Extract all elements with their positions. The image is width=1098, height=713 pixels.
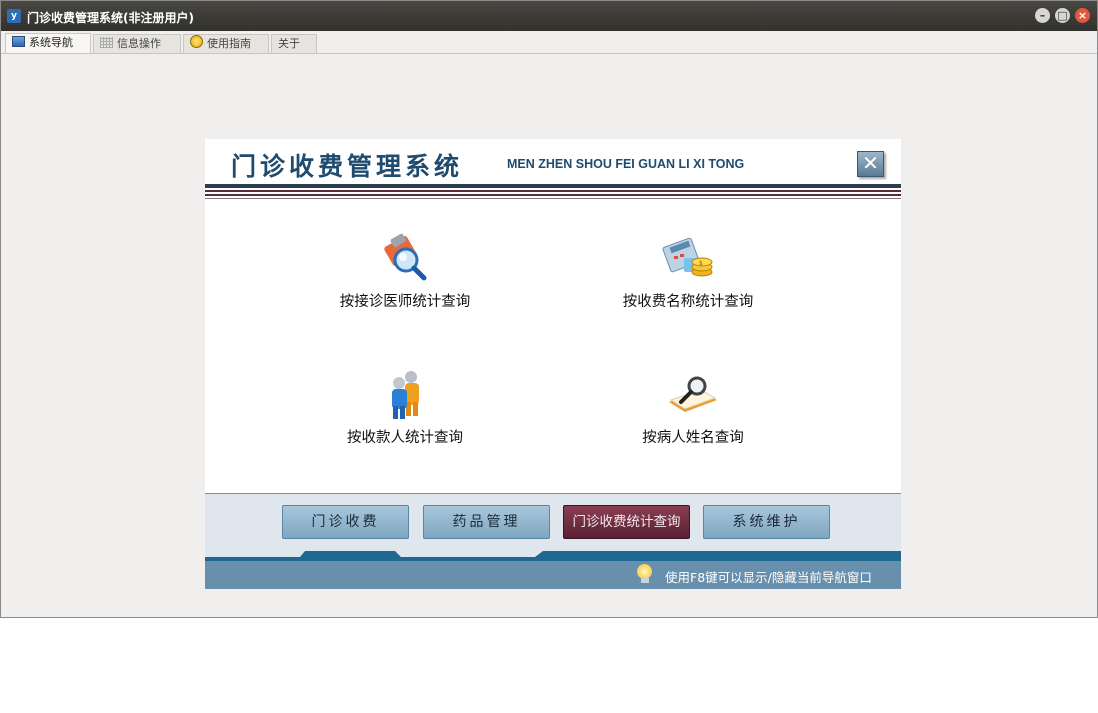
calculator-coins-icon: $ — [662, 232, 714, 284]
window-title: 门诊收费管理系统(非注册用户) — [27, 11, 194, 25]
lightbulb-icon — [637, 564, 652, 579]
tab-user-guide[interactable]: 使用指南 — [183, 34, 269, 53]
query-label: 按收费名称统计查询 — [622, 294, 754, 310]
close-window-button[interactable]: × — [1075, 8, 1090, 23]
monitor-icon — [12, 36, 25, 47]
doctor-search-icon — [379, 232, 431, 284]
people-icon — [379, 368, 431, 420]
maximize-button[interactable]: □ — [1055, 8, 1070, 23]
system-maintenance-button[interactable]: 系统维护 — [703, 505, 830, 539]
query-label: 按接诊医师统计查询 — [339, 294, 471, 310]
header-divider — [205, 184, 901, 188]
guide-icon — [190, 35, 203, 48]
grid-icon — [100, 37, 113, 48]
tab-system-nav[interactable]: 系统导航 — [5, 33, 91, 53]
tab-info-ops[interactable]: 信息操作 — [93, 34, 181, 53]
close-panel-button[interactable]: ✕ — [857, 151, 884, 177]
billing-statistics-button[interactable]: 门诊收费统计查询 — [563, 505, 690, 539]
tab-label: 系统导航 — [29, 36, 73, 49]
panel-title-en: MEN ZHEN SHOU FEI GUAN LI XI TONG — [507, 157, 745, 171]
title-bar[interactable]: y 门诊收费管理系统(非注册用户) – □ × — [1, 1, 1097, 31]
query-label: 按病人姓名查询 — [642, 430, 744, 446]
tab-label: 信息操作 — [117, 37, 161, 50]
tab-bar: 系统导航 信息操作 使用指南 关于 — [1, 31, 1097, 54]
app-logo-icon: y — [7, 9, 21, 23]
query-label: 按收款人统计查询 — [347, 430, 463, 446]
header-divider — [205, 198, 901, 199]
drug-management-button[interactable]: 药品管理 — [423, 505, 550, 539]
query-by-fee-name[interactable]: $ 按收费名称统计查询 — [588, 232, 788, 311]
status-hint: 使用F8键可以显示/隐藏当前导航窗口 — [665, 570, 872, 585]
outpatient-billing-button[interactable]: 门诊收费 — [282, 505, 409, 539]
panel-title-cn: 门诊收费管理系统 — [231, 152, 464, 181]
query-by-cashier[interactable]: 按收款人统计查询 — [305, 368, 505, 447]
minimize-button[interactable]: – — [1035, 8, 1050, 23]
navigation-panel: 门诊收费管理系统 MEN ZHEN SHOU FEI GUAN LI XI TO… — [205, 139, 901, 589]
tab-label: 使用指南 — [207, 37, 251, 50]
tab-about[interactable]: 关于 — [271, 34, 317, 53]
header-divider — [205, 190, 901, 192]
panel-footer: 门诊收费 药品管理 门诊收费统计查询 系统维护 使用F8键可以显示/隐藏当前导航… — [205, 493, 901, 589]
svg-text:$: $ — [699, 260, 703, 267]
tab-label: 关于 — [278, 37, 300, 50]
panel-header: 门诊收费管理系统 MEN ZHEN SHOU FEI GUAN LI XI TO… — [205, 139, 901, 201]
query-by-doctor[interactable]: 按接诊医师统计查询 — [305, 232, 505, 311]
header-divider — [205, 194, 901, 196]
lightbulb-base — [641, 578, 649, 583]
footer-wave — [205, 551, 901, 561]
magnifier-book-icon — [667, 368, 719, 420]
status-bar: 使用F8键可以显示/隐藏当前导航窗口 — [205, 561, 901, 589]
query-by-patient-name[interactable]: 按病人姓名查询 — [593, 368, 793, 447]
